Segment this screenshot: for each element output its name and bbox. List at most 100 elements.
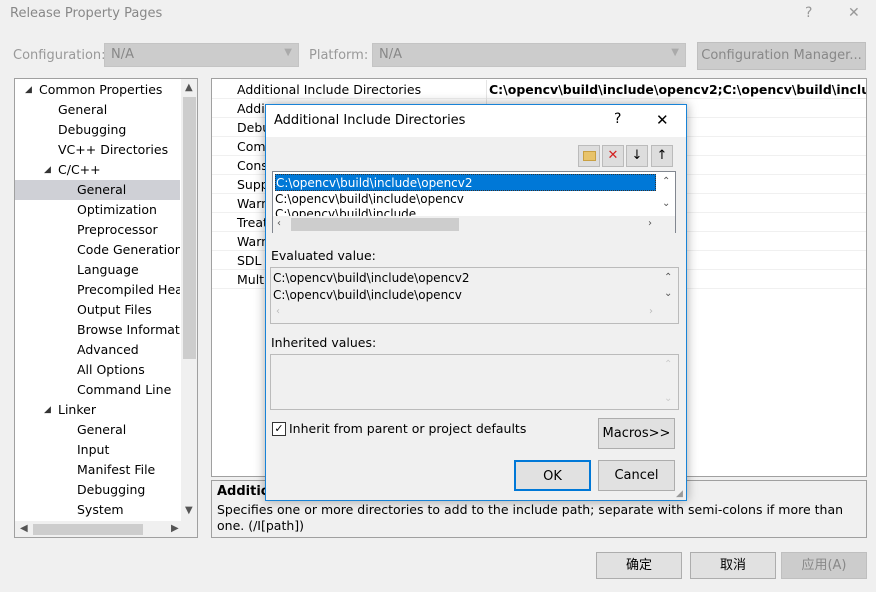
tree-item-label: Language xyxy=(77,262,139,277)
tree-item[interactable]: Debugging xyxy=(15,480,180,500)
tree-item-label: Manifest File xyxy=(77,462,156,477)
description-text: Specifies one or more directories to add… xyxy=(217,502,844,533)
scroll-left-icon[interactable]: ‹ xyxy=(277,218,281,229)
inherit-checkbox[interactable]: ✓ xyxy=(272,422,286,436)
tree-item[interactable]: Input xyxy=(15,440,180,460)
scroll-down-icon[interactable]: ▼ xyxy=(185,505,193,516)
scroll-down-icon[interactable]: ⌄ xyxy=(662,198,670,209)
scroll-right-icon[interactable]: › xyxy=(649,306,653,317)
tree-item[interactable]: Optimization xyxy=(15,200,180,220)
platform-value: N/A xyxy=(379,47,402,62)
tree-item[interactable]: Browse Information xyxy=(15,320,180,340)
scroll-thumb[interactable] xyxy=(33,524,143,535)
scroll-up-icon[interactable]: ⌃ xyxy=(662,176,670,187)
inherited-values-box: ⌃ ⌄ xyxy=(270,354,679,410)
scroll-thumb[interactable] xyxy=(291,218,459,231)
expanded-arrow-icon[interactable]: ◢ xyxy=(25,80,32,100)
tree-item-label: Debugging xyxy=(58,122,127,137)
delete-icon[interactable]: ✕ xyxy=(602,145,624,167)
configuration-select[interactable]: N/A ▼ xyxy=(104,43,299,67)
tree-item[interactable]: Manifest File xyxy=(15,460,180,480)
tree-item[interactable]: ◢ Linker xyxy=(15,400,180,420)
tree-item[interactable]: General xyxy=(15,180,180,200)
arrow-down-icon[interactable]: ↓ xyxy=(626,145,648,167)
property-name: Com xyxy=(237,139,266,154)
macros-button[interactable]: Macros>> xyxy=(598,418,675,449)
tree-item-label: General xyxy=(58,102,108,117)
apply-button[interactable]: 应用(A) xyxy=(781,552,867,579)
inherited-values-label: Inherited values: xyxy=(271,335,377,350)
new-folder-icon[interactable] xyxy=(578,145,600,167)
help-button[interactable]: ? xyxy=(805,5,812,21)
tree-item-label: Input xyxy=(77,442,110,457)
tree-item-label: Linker xyxy=(58,402,96,417)
tree-item[interactable]: Code Generation xyxy=(15,240,180,260)
expanded-arrow-icon[interactable]: ◢ xyxy=(44,400,51,420)
list-item[interactable]: C:\opencv\build\include xyxy=(275,208,416,216)
tree-item[interactable]: Output Files xyxy=(15,300,180,320)
scroll-right-icon[interactable]: › xyxy=(648,218,652,229)
configuration-manager-button[interactable]: Configuration Manager... xyxy=(697,42,866,70)
tree-item-label: Common Properties xyxy=(39,82,163,97)
property-name: Multi xyxy=(237,272,268,287)
property-name: Supp xyxy=(237,177,269,192)
directories-list[interactable]: C:\opencv\build\include\opencv2 C:\openc… xyxy=(272,171,676,233)
tree-item[interactable]: System xyxy=(15,500,180,520)
list-item[interactable]: C:\opencv\build\include\opencv2 xyxy=(275,174,656,191)
scroll-down-icon[interactable]: ⌄ xyxy=(664,288,672,299)
tree-item[interactable]: All Options xyxy=(15,360,180,380)
tree-item-label: System xyxy=(77,502,124,517)
scroll-up-icon[interactable]: ⌃ xyxy=(664,272,672,283)
property-tree: ◢ Common Properties General Debugging VC++ D… xyxy=(14,78,198,538)
resize-grip-icon[interactable]: ◢ xyxy=(676,489,683,499)
tree-item-label: C/C++ xyxy=(58,162,101,177)
property-name: Addi xyxy=(237,101,265,116)
tree-item[interactable]: Preprocessor xyxy=(15,220,180,240)
property-name: Additional Include Directories xyxy=(237,82,422,97)
tree-item[interactable]: ◢ Common Properties xyxy=(15,80,180,100)
additional-include-directories-dialog: Additional Include Directories ? ✕ ✕ ↓ ↑… xyxy=(265,104,687,501)
inherit-checkbox-label[interactable]: Inherit from parent or project defaults xyxy=(289,421,526,436)
scroll-up-icon: ⌃ xyxy=(664,359,673,370)
tree-horizontal-scrollbar[interactable]: ◀ ▶ xyxy=(15,521,197,537)
tree-item[interactable]: Advanced xyxy=(15,340,180,360)
list-item[interactable]: C:\opencv\build\include\opencv xyxy=(275,191,464,208)
scroll-up-icon[interactable]: ▲ xyxy=(185,82,193,93)
scroll-thumb[interactable] xyxy=(183,97,196,359)
tree-item[interactable]: Command Line xyxy=(15,380,180,400)
platform-select[interactable]: N/A ▼ xyxy=(372,43,686,67)
close-button[interactable]: ✕ xyxy=(848,5,860,21)
tree-item-label: General xyxy=(77,182,127,197)
tree-vertical-scrollbar[interactable]: ▲ ▼ xyxy=(181,79,197,521)
list-horizontal-scrollbar[interactable]: ‹ › xyxy=(273,216,675,233)
description-title: Additio xyxy=(217,484,270,499)
expanded-arrow-icon[interactable]: ◢ xyxy=(44,160,51,180)
tree-item-label: Code Generation xyxy=(77,242,180,257)
tree-item-label: VC++ Directories xyxy=(58,142,169,157)
chevron-down-icon: ▼ xyxy=(284,47,292,58)
tree-item[interactable]: General xyxy=(15,420,180,440)
tree-item[interactable]: Precompiled Headers xyxy=(15,280,180,300)
scroll-left-icon[interactable]: ‹ xyxy=(276,306,280,317)
scroll-left-icon[interactable]: ◀ xyxy=(20,523,28,534)
tree-item[interactable]: General xyxy=(15,100,180,120)
tree-item-label: Optimization xyxy=(77,202,157,217)
scroll-right-icon[interactable]: ▶ xyxy=(171,523,179,534)
property-value[interactable]: C:\opencv\build\include\opencv2;C:\openc… xyxy=(489,80,866,99)
dialog-cancel-button[interactable]: Cancel xyxy=(598,460,675,491)
dialog-ok-button[interactable]: OK xyxy=(514,460,591,491)
tree-item[interactable]: Debugging xyxy=(15,120,180,140)
tree-item[interactable]: Language xyxy=(15,260,180,280)
tree-item-label: Preprocessor xyxy=(77,222,158,237)
dialog-close-button[interactable]: ✕ xyxy=(656,111,669,129)
property-row[interactable]: Additional Include Directories C:\opencv\… xyxy=(212,80,866,99)
ok-button[interactable]: 确定 xyxy=(596,552,682,579)
tree-item[interactable]: VC++ Directories xyxy=(15,140,180,160)
dialog-help-button[interactable]: ? xyxy=(614,111,621,127)
arrow-up-icon[interactable]: ↑ xyxy=(651,145,673,167)
property-name: Treat xyxy=(237,215,268,230)
evaluated-value-box: C:\opencv\build\include\opencv2 C:\openc… xyxy=(270,267,679,324)
dialog-titlebar: Additional Include Directories ? ✕ xyxy=(266,105,686,137)
tree-item[interactable]: ◢ C/C++ xyxy=(15,160,180,180)
cancel-button[interactable]: 取消 xyxy=(690,552,776,579)
